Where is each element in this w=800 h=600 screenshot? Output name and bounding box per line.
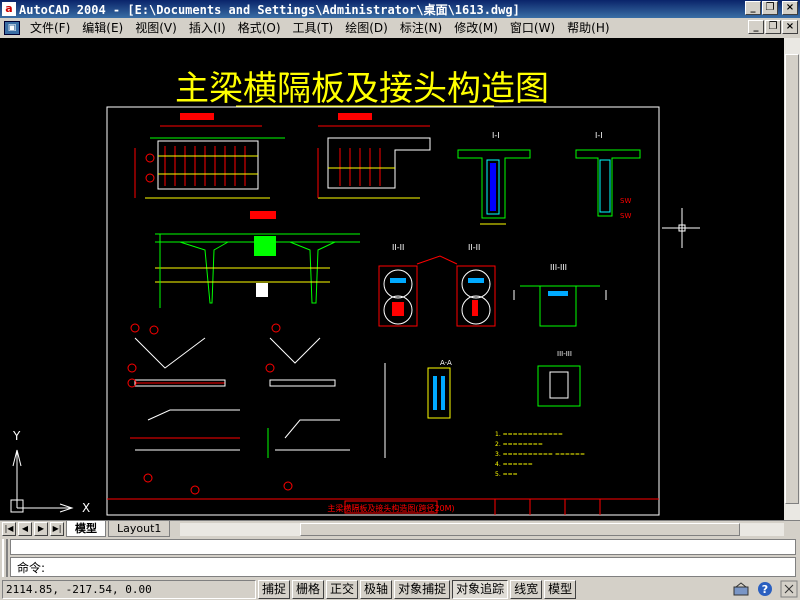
beam-elevation: [155, 211, 360, 308]
section-label-1-1: I-I: [492, 131, 500, 140]
drawing-title: 主梁横隔板及接头构造图: [175, 69, 549, 109]
layout-tabs-row: |◀ ◀ ▶ ▶| 模型 Layout1: [0, 520, 800, 537]
command-grip[interactable]: [2, 539, 8, 577]
cad-drawing: 主梁横隔板及接头构造图 主梁横隔板及接头构造图(跨径20M) I-I I-I S…: [10, 69, 700, 516]
menu-dimension[interactable]: 标注(N): [394, 18, 448, 38]
status-tray: ?: [732, 580, 798, 598]
svg-text:A-A: A-A: [440, 359, 452, 367]
autocad-icon[interactable]: a: [2, 2, 16, 16]
next-icon[interactable]: ▶: [34, 522, 48, 536]
drawing-canvas[interactable]: 主梁横隔板及接头构造图 主梁横隔板及接头构造图(跨径20M) I-I I-I S…: [0, 38, 784, 520]
menu-format[interactable]: 格式(O): [232, 18, 287, 38]
section-label-3-3: III-III: [550, 263, 567, 272]
section-label-2-2: II-II: [392, 243, 404, 252]
horizontal-scrollbar[interactable]: [180, 523, 784, 536]
communication-center-icon[interactable]: [732, 580, 750, 598]
section-2-2: II-II II-II: [378, 243, 496, 327]
tray-settings-icon[interactable]: [780, 580, 798, 598]
lineweight-button[interactable]: 线宽: [510, 580, 543, 599]
restore-icon[interactable]: ❐: [762, 1, 778, 15]
minimize-icon[interactable]: _: [745, 1, 761, 15]
menu-modify[interactable]: 修改(M): [448, 18, 504, 38]
svg-text:SW: SW: [620, 197, 631, 205]
menu-insert[interactable]: 插入(I): [183, 18, 232, 38]
menu-bar: ▣ 文件(F) 编辑(E) 视图(V) 插入(I) 格式(O) 工具(T) 绘图…: [0, 18, 800, 38]
section-label-1-1-right: I-I: [595, 131, 603, 140]
polar-button[interactable]: 极轴: [360, 580, 393, 599]
tab-model[interactable]: 模型: [66, 521, 106, 537]
menu-view[interactable]: 视图(V): [129, 18, 183, 38]
command-history: [10, 539, 796, 555]
menu-draw[interactable]: 绘图(D): [339, 18, 394, 38]
vertical-scroll-thumb[interactable]: [785, 54, 799, 504]
section-1-1: I-I: [457, 131, 531, 225]
svg-text:2. ========: 2. ========: [495, 441, 543, 448]
detail-lower-middle: A-A III-III: [384, 350, 581, 458]
prev-icon[interactable]: ◀: [18, 522, 32, 536]
section-label-3-3-lower: III-III: [557, 350, 572, 358]
model-space-button[interactable]: 模型: [544, 580, 577, 599]
command-line[interactable]: 命令:: [10, 557, 796, 577]
help-icon[interactable]: ?: [756, 580, 774, 598]
document-controls: _ ❐ ×: [748, 20, 798, 34]
crosshair-cursor: [662, 208, 700, 248]
vertical-scrollbar[interactable]: [784, 38, 800, 520]
section-1-1-right: I-I SW SW: [575, 131, 641, 220]
ucs-icon: [10, 449, 74, 513]
status-bar: 2114.85, -217.54, 0.00 捕捉 栅格 正交 极轴 对象捕捉 …: [0, 579, 800, 600]
title-bar: a AutoCAD 2004 - [E:\Documents and Setti…: [0, 0, 800, 18]
last-icon[interactable]: ▶|: [50, 522, 64, 536]
rebar-details: [127, 323, 350, 495]
osnap-button[interactable]: 对象捕捉: [394, 580, 451, 599]
snap-button[interactable]: 捕捉: [258, 580, 291, 599]
coordinate-readout: 2114.85, -217.54, 0.00: [2, 580, 256, 599]
ortho-button[interactable]: 正交: [326, 580, 359, 599]
otrack-button[interactable]: 对象追踪: [452, 580, 509, 599]
svg-text:4. ======: 4. ======: [495, 461, 533, 468]
svg-text:3. ========== ======: 3. ========== ======: [495, 451, 585, 458]
grid-button[interactable]: 栅格: [292, 580, 325, 599]
elevation-view-2: [317, 113, 431, 199]
svg-text:5. ===: 5. ===: [495, 471, 518, 478]
menu-help[interactable]: 帮助(H): [561, 18, 615, 38]
elevation-view-1: [134, 113, 285, 199]
command-prompt: 命令:: [17, 560, 46, 575]
svg-text:?: ?: [762, 583, 768, 596]
doc-restore-icon[interactable]: ❐: [765, 20, 781, 34]
title-block-text: 主梁横隔板及接头构造图(跨径20M): [327, 503, 454, 513]
svg-text:1. ============: 1. ============: [495, 431, 563, 438]
close-icon[interactable]: ×: [782, 1, 798, 15]
command-area: 命令:: [0, 537, 800, 579]
first-icon[interactable]: |◀: [2, 522, 16, 536]
ucs-y-label: Y: [12, 429, 21, 443]
window-controls: _ ❐ ×: [745, 1, 798, 15]
ucs-x-label: X: [82, 501, 90, 515]
menu-file[interactable]: 文件(F): [24, 18, 76, 38]
section-label-2-2-right: II-II: [468, 243, 480, 252]
svg-text:SW: SW: [620, 212, 631, 220]
menu-edit[interactable]: 编辑(E): [76, 18, 129, 38]
doc-minimize-icon[interactable]: _: [748, 20, 764, 34]
autocad-window: a AutoCAD 2004 - [E:\Documents and Setti…: [0, 0, 800, 600]
horizontal-scroll-thumb[interactable]: [300, 523, 740, 536]
section-3-3: III-III: [513, 263, 607, 327]
doc-close-icon[interactable]: ×: [782, 20, 798, 34]
window-title: AutoCAD 2004 - [E:\Documents and Setting…: [19, 2, 520, 17]
document-icon[interactable]: ▣: [4, 21, 20, 35]
menu-window[interactable]: 窗口(W): [504, 18, 561, 38]
notes-block: 1. ============ 2. ======== 3. =========…: [495, 431, 585, 478]
tab-layout1[interactable]: Layout1: [108, 521, 171, 537]
menu-tools[interactable]: 工具(T): [287, 18, 340, 38]
